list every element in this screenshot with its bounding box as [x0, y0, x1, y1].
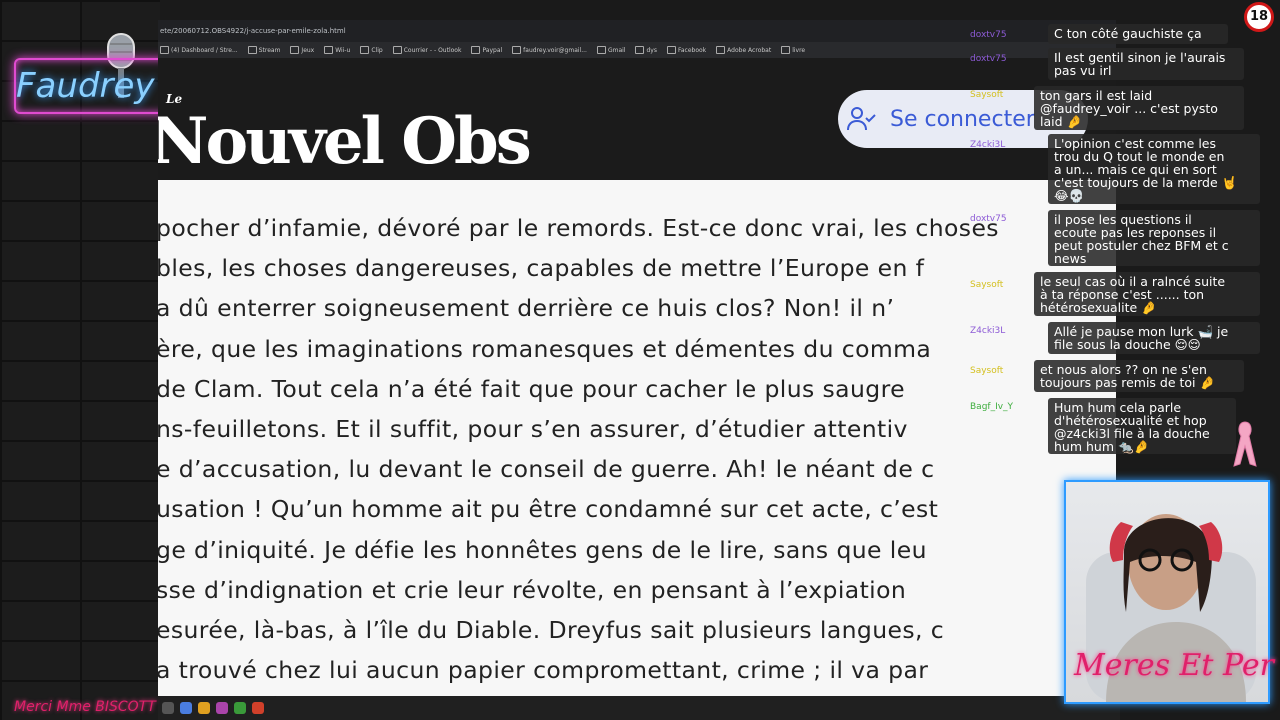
- bookmark-item[interactable]: Gmail: [596, 46, 626, 54]
- bookmark-item[interactable]: Clip: [360, 46, 383, 54]
- chat-message: et nous alors ?? on ne s'en toujours pas…: [1034, 360, 1244, 392]
- app-icon[interactable]: [252, 702, 264, 714]
- facebook-icon: [666, 46, 676, 54]
- folder-icon: [635, 46, 645, 54]
- chat-message: Allé je pause mon lurk 🛁 je file sous la…: [1048, 322, 1260, 354]
- folder-icon: [360, 46, 370, 54]
- chat-username[interactable]: Bagf_Iv_Y: [970, 402, 1013, 412]
- chat-message: Hum hum cela parle d'hétérosexualité et …: [1048, 398, 1236, 454]
- bookmark-label: Adobe Acrobat: [727, 46, 772, 54]
- article-body: pocher d’infamie, dévoré par le remords.…: [158, 180, 1116, 696]
- bookmark-label: dys: [646, 46, 657, 54]
- chat-username[interactable]: doxtv75: [970, 214, 1007, 224]
- chat-username[interactable]: Saysoft: [970, 366, 1003, 376]
- browser-icon[interactable]: [180, 702, 192, 714]
- gmail-icon: [596, 46, 606, 54]
- paypal-icon: [471, 46, 481, 54]
- app-icon[interactable]: [234, 702, 246, 714]
- chat-message: ton gars il est laid @faudrey_voir ... c…: [1034, 86, 1244, 130]
- bookmark-label: (4) Dashboard / Stre...: [171, 46, 238, 54]
- tab-icon: [160, 46, 169, 54]
- bookmark-label: livre: [792, 46, 806, 54]
- bookmark-item[interactable]: (4) Dashboard / Stre...: [160, 46, 238, 54]
- folder-icon: [247, 46, 257, 54]
- bookmark-item[interactable]: Jeux: [290, 46, 314, 54]
- bookmark-label: Courrier - - Outlook: [403, 46, 462, 54]
- chat-username[interactable]: Saysoft: [970, 280, 1003, 290]
- folder-icon: [290, 46, 300, 54]
- article-line: ge d’iniquité. Je défie les honnêtes gen…: [158, 535, 927, 564]
- bookmark-item[interactable]: Courrier - - Outlook: [392, 46, 462, 54]
- chat-message: C ton côté gauchiste ça: [1048, 24, 1228, 44]
- site-logo[interactable]: Nouvel Obs: [158, 104, 532, 179]
- chat-username[interactable]: Z4cki3L: [970, 140, 1005, 150]
- bookmark-label: Gmail: [607, 46, 626, 54]
- bookmark-label: Paypal: [482, 46, 503, 54]
- article-line: bles, les choses dangereuses, capables d…: [158, 254, 925, 283]
- bookmark-label: Wii-u: [335, 46, 351, 54]
- article-line: de Clam. Tout cela n’a été fait que pour…: [158, 374, 905, 403]
- bookmark-item[interactable]: livre: [781, 46, 805, 54]
- bookmark-item[interactable]: Adobe Acrobat: [716, 46, 771, 54]
- chat-message: Il est gentil sinon je l'aurais pas vu i…: [1048, 48, 1244, 80]
- acrobat-icon: [716, 46, 726, 54]
- article-line: a dû enterrer soigneusement derrière ce …: [158, 294, 895, 323]
- article-line: sse d’indignation et crie leur révolte, …: [158, 575, 907, 604]
- chat-username[interactable]: doxtv75: [970, 54, 1007, 64]
- article-line: esurée, là-bas, à l’île du Diable. Dreyf…: [158, 616, 945, 644]
- folder-icon: [324, 46, 334, 54]
- files-icon[interactable]: [198, 702, 210, 714]
- browser-window: ete/20060712.OBS4922/j-accuse-par-emile-…: [158, 20, 1116, 696]
- bookmark-item[interactable]: dys: [635, 46, 657, 54]
- age-rating-badge: 18: [1244, 2, 1274, 32]
- bookmark-item[interactable]: Wii-u: [324, 46, 350, 54]
- chat-message: le seul cas où il a ralncé suite à ta ré…: [1034, 272, 1260, 316]
- article-line: ns-feuilletons. Et il suffit, pour s’en …: [158, 415, 908, 443]
- bookmark-label: faudrey.voir@gmail...: [523, 46, 587, 54]
- user-icon: [847, 107, 876, 131]
- bookmark-item[interactable]: Facebook: [666, 46, 707, 54]
- app-icon[interactable]: [216, 702, 228, 714]
- article-line: ère, que les imaginations romanesques et…: [158, 334, 932, 363]
- bookmark-label: Clip: [371, 46, 383, 54]
- article-line: e d’accusation, lu devant le conseil de …: [158, 455, 935, 484]
- taskbar: [158, 696, 1120, 720]
- bookmark-item[interactable]: faudrey.voir@gmail...: [512, 46, 587, 54]
- site-header: Le Nouvel Obs Se connecter: [158, 58, 1116, 180]
- bookmark-item[interactable]: Paypal: [471, 46, 502, 54]
- chat-username[interactable]: doxtv75: [970, 30, 1007, 40]
- folder-icon: [781, 46, 791, 54]
- bookmark-label: Jeux: [301, 46, 315, 54]
- chat-username[interactable]: Z4cki3L: [970, 326, 1005, 336]
- gmail-icon: [512, 46, 522, 54]
- login-label: Se connecter: [890, 106, 1035, 132]
- chat-message: L'opinion c'est comme les trou du Q tout…: [1048, 134, 1260, 204]
- bookmark-item[interactable]: Stream: [247, 46, 281, 54]
- cam-caption: Meres Et Per: [1074, 648, 1274, 683]
- pink-ribbon-icon: [1233, 421, 1257, 467]
- start-icon[interactable]: [162, 702, 174, 714]
- article-line: pocher d’infamie, dévoré par le remords.…: [158, 214, 999, 242]
- article-line: a trouvé chez lui aucun papier compromet…: [158, 656, 929, 685]
- bookmark-label: Facebook: [677, 46, 707, 54]
- chat-message: il pose les questions il ecoute pas les …: [1048, 210, 1260, 266]
- article-line: usation ! Qu’un homme ait pu être condam…: [158, 495, 939, 524]
- bookmark-label: Stream: [258, 46, 281, 54]
- chat-username[interactable]: Saysoft: [970, 90, 1003, 100]
- mail-icon: [392, 46, 402, 54]
- footer-credit: Merci Mme BISCOTT: [14, 699, 156, 715]
